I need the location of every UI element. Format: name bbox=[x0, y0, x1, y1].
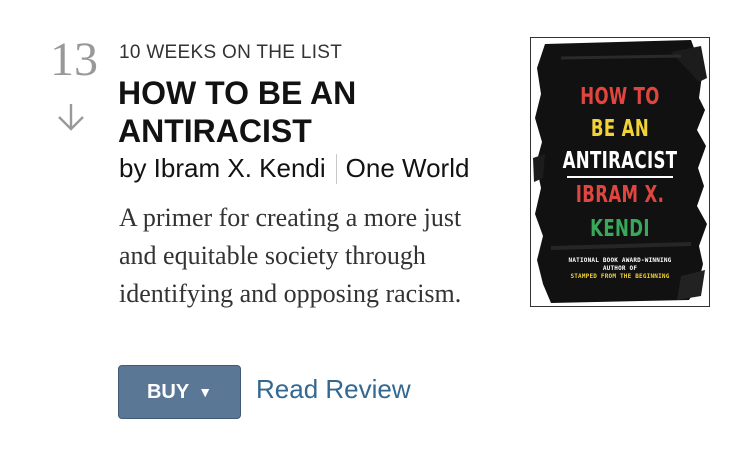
book-cover[interactable]: HOW TO BE AN ANTIRACIST IBRAM X. KENDI N… bbox=[530, 37, 710, 307]
caret-down-icon: ▼ bbox=[198, 384, 213, 400]
cover-title-line-2: BE AN bbox=[590, 116, 650, 142]
buy-button-label: BUY bbox=[146, 380, 190, 403]
buy-button[interactable]: BUY ▼ bbox=[118, 365, 241, 419]
publisher: One World bbox=[345, 153, 470, 183]
cover-underline bbox=[567, 176, 673, 178]
rank-number: 13 bbox=[50, 33, 98, 86]
cover-tagline-3: STAMPED FROM THE BEGINNING bbox=[570, 273, 670, 280]
cover-title-line-3: ANTIRACIST bbox=[562, 148, 678, 174]
book-description: A primer for creating a more just and eq… bbox=[119, 203, 462, 308]
cover-tagline-1: NATIONAL BOOK AWARD-WINNING bbox=[568, 257, 672, 264]
author: by Ibram X. Kendi bbox=[119, 153, 326, 183]
weeks-on-list: 10 WEEKS ON THE LIST bbox=[119, 42, 343, 63]
cover-author-line-2: KENDI bbox=[590, 216, 650, 242]
cover-tagline-2: AUTHOR OF bbox=[602, 265, 638, 272]
cover-title-line-1: HOW TO bbox=[580, 84, 660, 110]
cover-author-line-1: IBRAM X. bbox=[575, 182, 665, 208]
byline: by Ibram X. Kendi One World bbox=[119, 153, 469, 184]
cover-text: HOW TO BE AN ANTIRACIST IBRAM X. KENDI N… bbox=[531, 38, 709, 306]
arrow-down-icon bbox=[58, 104, 84, 131]
read-review-link[interactable]: Read Review bbox=[256, 374, 411, 405]
divider bbox=[335, 153, 337, 184]
book-title: HOW TO BE AN ANTIRACIST bbox=[118, 75, 357, 149]
